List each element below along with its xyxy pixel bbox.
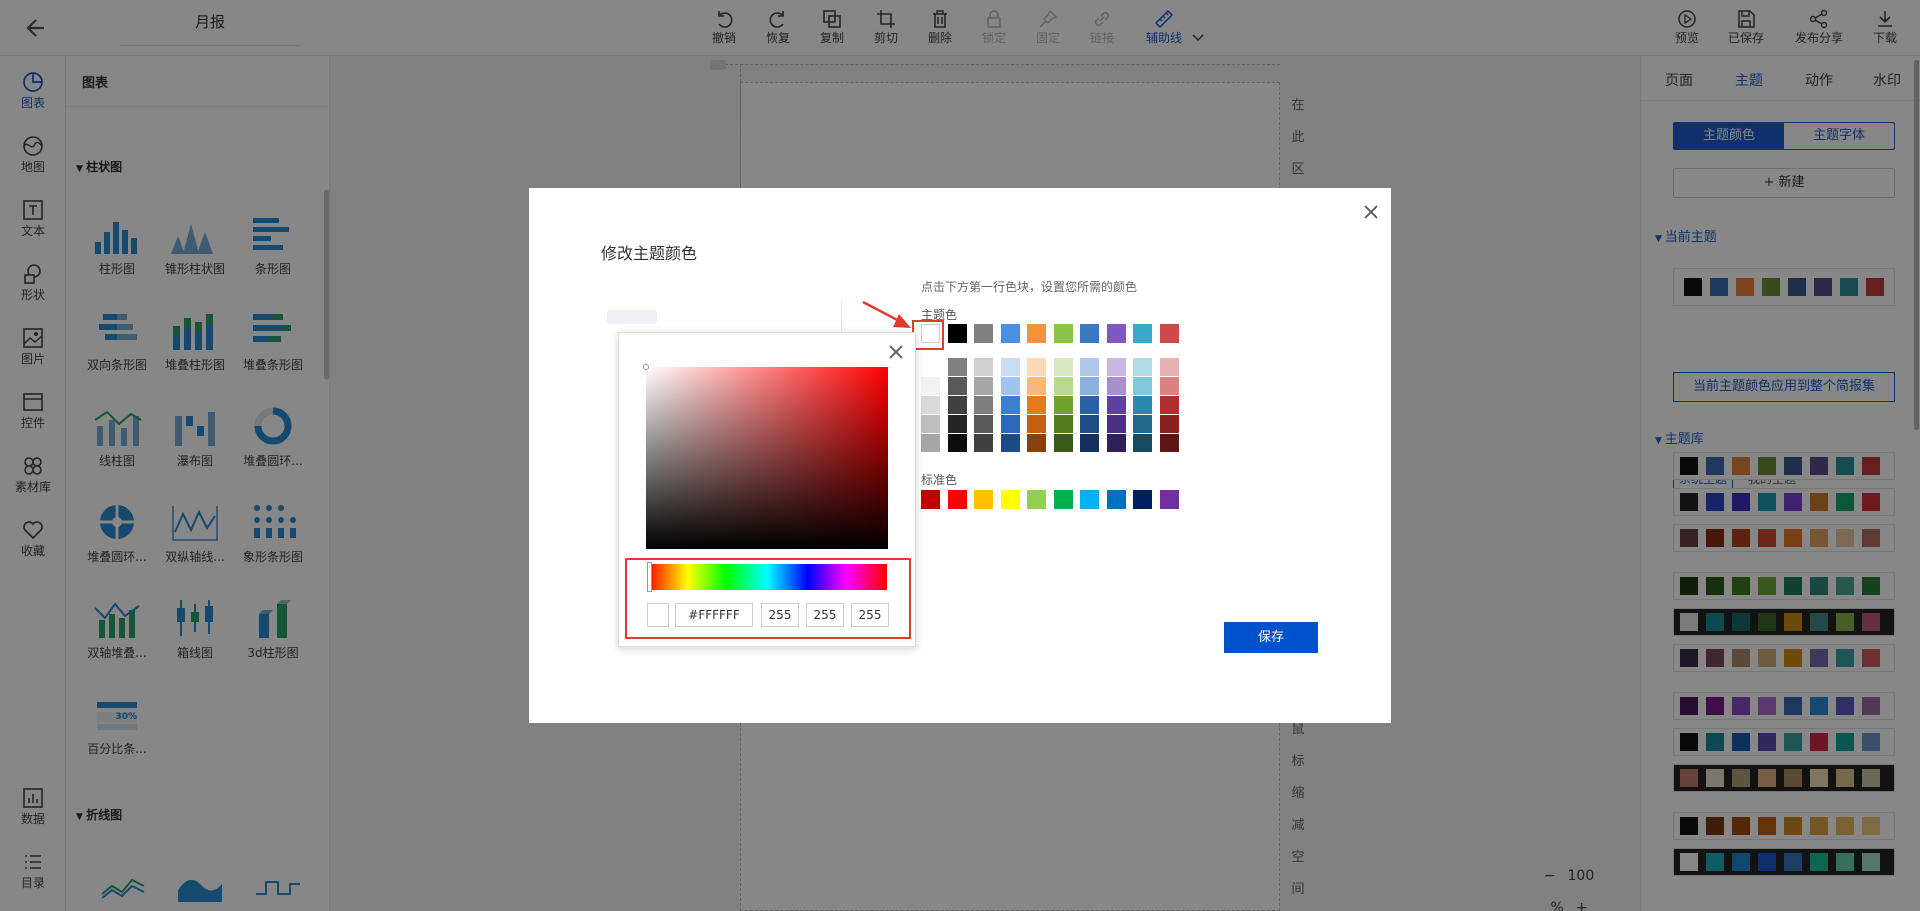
shade-swatch[interactable]	[1080, 434, 1099, 452]
shade-swatch[interactable]	[974, 415, 993, 433]
shade-swatch[interactable]	[1106, 415, 1126, 433]
theme-color-swatch[interactable]	[1159, 324, 1179, 343]
shade-swatch[interactable]	[1159, 358, 1179, 376]
shade-swatch[interactable]	[1133, 396, 1152, 414]
standard-color-swatch[interactable]	[1027, 490, 1046, 509]
modal-title: 修改主题颜色	[601, 244, 698, 263]
standard-color-swatch[interactable]	[1133, 490, 1152, 509]
shade-swatch[interactable]	[1000, 358, 1020, 376]
shade-swatch[interactable]	[1000, 434, 1020, 452]
shade-swatch[interactable]	[921, 377, 940, 395]
shade-swatch[interactable]	[974, 377, 993, 395]
theme-color-swatch[interactable]	[1027, 324, 1046, 343]
shade-swatch[interactable]	[947, 415, 967, 433]
shade-swatch[interactable]	[1027, 358, 1046, 376]
standard-color-swatch[interactable]	[1080, 490, 1099, 509]
theme-color-swatch[interactable]	[1080, 324, 1099, 343]
shade-swatch[interactable]	[1133, 415, 1152, 433]
close-icon[interactable]	[887, 343, 905, 361]
shade-swatch[interactable]	[1053, 377, 1073, 395]
shade-swatch[interactable]	[1000, 396, 1020, 414]
color-preview	[647, 603, 669, 627]
shade-swatch[interactable]	[1106, 396, 1126, 414]
shade-swatch[interactable]	[1133, 377, 1152, 395]
shade-swatch[interactable]	[1000, 377, 1020, 395]
shade-swatch[interactable]	[1027, 415, 1046, 433]
shade-swatch[interactable]	[921, 396, 940, 414]
theme-color-swatch[interactable]	[1053, 324, 1073, 343]
shade-swatch[interactable]	[1159, 377, 1179, 395]
shade-swatch[interactable]	[1053, 434, 1073, 452]
green-input[interactable]: 255	[806, 603, 844, 627]
shade-swatch[interactable]	[1159, 396, 1179, 414]
shade-swatch[interactable]	[1106, 377, 1126, 395]
shade-swatch[interactable]	[1080, 396, 1099, 414]
shade-swatch[interactable]	[1053, 396, 1073, 414]
shade-swatch[interactable]	[1000, 415, 1020, 433]
shade-swatch[interactable]	[921, 358, 940, 376]
sv-handle[interactable]	[643, 364, 649, 370]
blue-input[interactable]: 255	[851, 603, 889, 627]
color-picker: #FFFFFF 255 255 255	[618, 332, 916, 647]
standard-color-label: 标准色	[921, 473, 958, 487]
standard-color-swatch[interactable]	[974, 490, 993, 509]
shade-swatch[interactable]	[1080, 377, 1099, 395]
shade-swatch[interactable]	[1159, 415, 1179, 433]
red-input[interactable]: 255	[761, 603, 799, 627]
standard-color-swatch[interactable]	[1000, 490, 1020, 509]
shade-swatch[interactable]	[1159, 434, 1179, 452]
shade-swatch[interactable]	[1027, 396, 1046, 414]
shade-swatch[interactable]	[947, 377, 967, 395]
shade-swatch[interactable]	[974, 358, 993, 376]
hex-input[interactable]: #FFFFFF	[675, 603, 753, 627]
theme-color-swatch[interactable]	[1000, 324, 1020, 343]
shade-swatch[interactable]	[1080, 415, 1099, 433]
shade-swatch[interactable]	[1133, 434, 1152, 452]
shade-swatch[interactable]	[1027, 434, 1046, 452]
shade-swatch[interactable]	[974, 434, 993, 452]
theme-color-swatch[interactable]	[1133, 324, 1152, 343]
shade-swatch[interactable]	[1133, 358, 1152, 376]
preview-placeholder	[607, 310, 657, 324]
theme-color-swatch[interactable]	[974, 324, 993, 343]
arrow-annotation-icon	[862, 300, 911, 328]
hue-handle[interactable]	[647, 562, 652, 592]
standard-color-swatch[interactable]	[921, 490, 940, 509]
shade-swatch[interactable]	[1053, 415, 1073, 433]
standard-color-swatch[interactable]	[947, 490, 967, 509]
hue-slider[interactable]	[647, 562, 887, 592]
save-button[interactable]: 保存	[1224, 622, 1318, 653]
saturation-value-area[interactable]	[643, 364, 888, 549]
shade-swatch[interactable]	[947, 434, 967, 452]
shade-swatch[interactable]	[947, 396, 967, 414]
theme-color-swatch[interactable]	[947, 324, 967, 343]
shade-swatch[interactable]	[947, 358, 967, 376]
standard-color-swatch[interactable]	[1106, 490, 1126, 509]
shade-swatch[interactable]	[1106, 434, 1126, 452]
shade-swatch[interactable]	[1027, 377, 1046, 395]
shade-swatch[interactable]	[1106, 358, 1126, 376]
standard-color-swatch[interactable]	[1159, 490, 1179, 509]
theme-color-swatch[interactable]	[1106, 324, 1126, 343]
shade-swatch[interactable]	[921, 415, 940, 433]
close-icon[interactable]	[1359, 200, 1383, 224]
standard-color-swatch[interactable]	[1053, 490, 1073, 509]
modal-hint: 点击下方第一行色块，设置您所需的颜色	[921, 280, 1138, 294]
theme-color-swatch[interactable]	[921, 324, 940, 343]
shade-swatch[interactable]	[1080, 358, 1099, 376]
shade-swatch[interactable]	[921, 434, 940, 452]
shade-swatch[interactable]	[1053, 358, 1073, 376]
shade-swatch[interactable]	[974, 396, 993, 414]
